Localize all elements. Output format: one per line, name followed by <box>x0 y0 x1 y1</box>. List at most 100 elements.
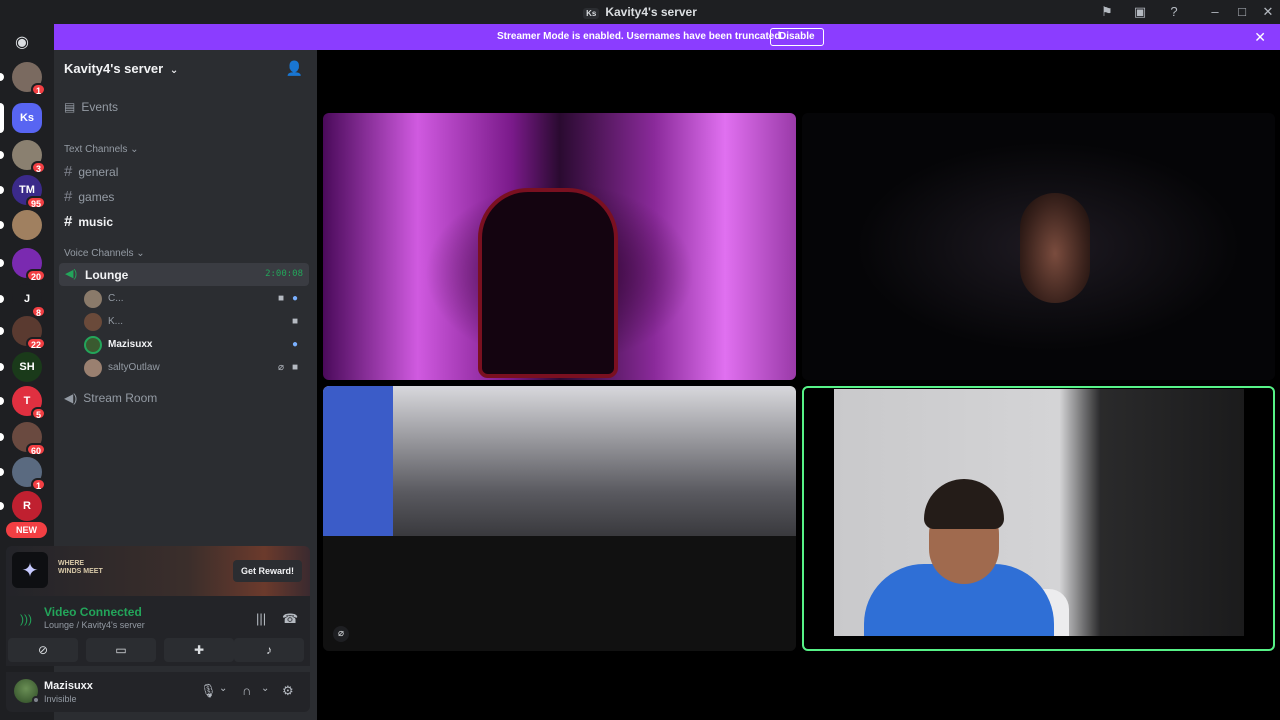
screen-share-icon[interactable]: ▣ <box>1132 4 1148 20</box>
unread-pill <box>0 502 4 510</box>
channel-label: games <box>78 190 115 204</box>
video-tile[interactable] <box>323 113 796 380</box>
chevron-down-icon: ⌄ <box>136 248 145 259</box>
server-icon[interactable]: 20 <box>0 248 46 282</box>
help-icon[interactable]: ? <box>1166 4 1182 20</box>
video-feed <box>478 188 618 378</box>
server-icon[interactable]: 1 <box>0 62 46 96</box>
text-channels-category[interactable]: Text Channels ⌄ <box>64 144 139 155</box>
server-icon[interactable]: Ks <box>0 103 42 133</box>
unread-pill <box>0 73 4 81</box>
video-feed <box>1020 193 1090 303</box>
server-icon[interactable]: R <box>0 491 42 521</box>
server-icon[interactable]: 22 <box>0 316 46 350</box>
server-icon[interactable]: T5 <box>0 386 46 420</box>
events-item[interactable]: ▤ Events <box>64 100 118 114</box>
mention-badge: 60 <box>25 443 46 456</box>
server-icon[interactable]: 3 <box>0 140 46 174</box>
channel-games[interactable]: # games <box>64 188 114 205</box>
window-title: Ks Kavity4's server <box>0 5 1280 19</box>
user-name[interactable]: Mazisuxx <box>44 680 93 692</box>
mention-badge: 1 <box>30 478 46 491</box>
server-icon[interactable]: SH <box>0 352 42 382</box>
channel-general[interactable]: # general <box>64 163 118 180</box>
voice-channel-stream-room[interactable]: ◀) Stream Room <box>64 391 157 405</box>
title-bar: Ks Kavity4's server ⚑ ▣ ? – □ ✕ <box>0 0 1280 24</box>
soundboard-button[interactable]: ♪ <box>234 638 304 662</box>
voice-status[interactable]: Video Connected <box>44 605 142 619</box>
chevron-down-icon[interactable]: ⌄ <box>261 683 269 694</box>
mention-badge: 22 <box>25 337 46 350</box>
activities-button[interactable]: ✚ <box>164 638 234 662</box>
promo-banner: ✦ WHERE WINDS MEET Get Reward! <box>6 546 310 596</box>
voice-user[interactable]: K... ■ <box>84 313 304 331</box>
voice-user[interactable]: C... ■ ● <box>84 290 304 308</box>
wordmark-line: WINDS MEET <box>58 568 103 575</box>
hash-icon: # <box>64 163 73 180</box>
video-tile[interactable] <box>802 113 1275 380</box>
user-status: Invisible <box>44 694 77 704</box>
camera-icon: ■ <box>292 362 299 373</box>
mention-badge: 5 <box>30 407 46 420</box>
minimize-icon[interactable]: – <box>1207 4 1223 20</box>
signal-icon[interactable]: ))) <box>20 612 32 626</box>
voice-user[interactable]: Mazisuxx ● <box>84 336 304 354</box>
voice-user[interactable]: saltyOutlaw ⌀ ■ <box>84 359 304 377</box>
mention-badge: 3 <box>30 161 46 174</box>
voice-user-name: C... <box>108 293 124 304</box>
microphone-icon[interactable]: 🎙 <box>200 683 217 699</box>
window-title-text: Kavity4's server <box>605 5 697 19</box>
voice-user-name: saltyOutlaw <box>108 362 160 373</box>
unread-pill <box>0 259 4 267</box>
server-icon[interactable]: TM 95 <box>0 175 46 209</box>
invite-people-icon[interactable]: 👤 <box>286 60 303 77</box>
avatar <box>84 313 102 331</box>
inbox-flag-icon[interactable]: ⚑ <box>1099 4 1115 20</box>
channel-label: music <box>78 215 114 229</box>
discord-home-icon[interactable]: ◉ <box>15 32 29 52</box>
close-banner-icon[interactable]: ✕ <box>1254 29 1266 46</box>
server-icon[interactable]: 60 <box>0 422 46 456</box>
voice-user-name: K... <box>108 316 124 327</box>
server-icon[interactable]: 1 <box>0 457 46 491</box>
video-tile[interactable]: ⌀ <box>323 386 796 651</box>
server-icon[interactable] <box>0 210 42 240</box>
hash-icon: # <box>64 188 73 205</box>
unread-pill <box>0 397 4 405</box>
server-icon[interactable]: J8 <box>0 284 46 318</box>
hair-shape <box>924 479 1004 529</box>
video-tile-speaking[interactable] <box>802 386 1275 651</box>
mention-badge: 95 <box>25 196 46 209</box>
game-logo-icon: ✦ <box>12 552 48 588</box>
streamer-mode-banner: Streamer Mode is enabled. Usernames have… <box>54 24 1280 50</box>
unread-pill <box>0 186 4 194</box>
channel-label: general <box>78 165 119 179</box>
chevron-down-icon[interactable]: ⌄ <box>219 683 227 694</box>
unread-pill <box>0 327 4 335</box>
calendar-icon: ▤ <box>64 100 76 114</box>
share-screen-button[interactable]: ▭ <box>86 638 156 662</box>
muted-mic-icon: ⌀ <box>333 626 349 642</box>
camera-off-button[interactable]: ⊘ <box>8 638 78 662</box>
maximize-icon[interactable]: □ <box>1234 4 1250 20</box>
get-reward-button[interactable]: Get Reward! <box>232 560 302 582</box>
voice-channel-lounge[interactable]: ◀) Lounge 2:00:08 <box>59 263 309 286</box>
disable-button[interactable]: Disable <box>770 28 824 46</box>
new-badge: NEW <box>6 522 47 538</box>
headphones-icon[interactable]: ∩ <box>242 683 251 698</box>
server-header[interactable]: Kavity4's server ⌄ <box>64 61 178 76</box>
voice-location[interactable]: Lounge / Kavity4's server <box>44 620 145 630</box>
noise-suppression-icon[interactable]: ||| <box>256 611 266 626</box>
call-timer: 2:00:08 <box>265 269 303 279</box>
unread-pill <box>0 295 4 303</box>
voice-channels-category[interactable]: Voice Channels ⌄ <box>64 248 145 259</box>
mention-badge: 20 <box>25 269 46 282</box>
settings-gear-icon[interactable]: ⚙ <box>282 683 294 699</box>
close-window-icon[interactable]: ✕ <box>1260 4 1276 20</box>
disconnect-icon[interactable]: ☎ <box>282 611 298 627</box>
channel-music[interactable]: # music <box>64 213 113 230</box>
hash-icon: # <box>64 213 73 230</box>
voice-action-bar: ⊘ ▭ ✚ ♪ <box>6 638 310 664</box>
unread-pill <box>0 363 4 371</box>
channel-label: Lounge <box>85 268 129 282</box>
